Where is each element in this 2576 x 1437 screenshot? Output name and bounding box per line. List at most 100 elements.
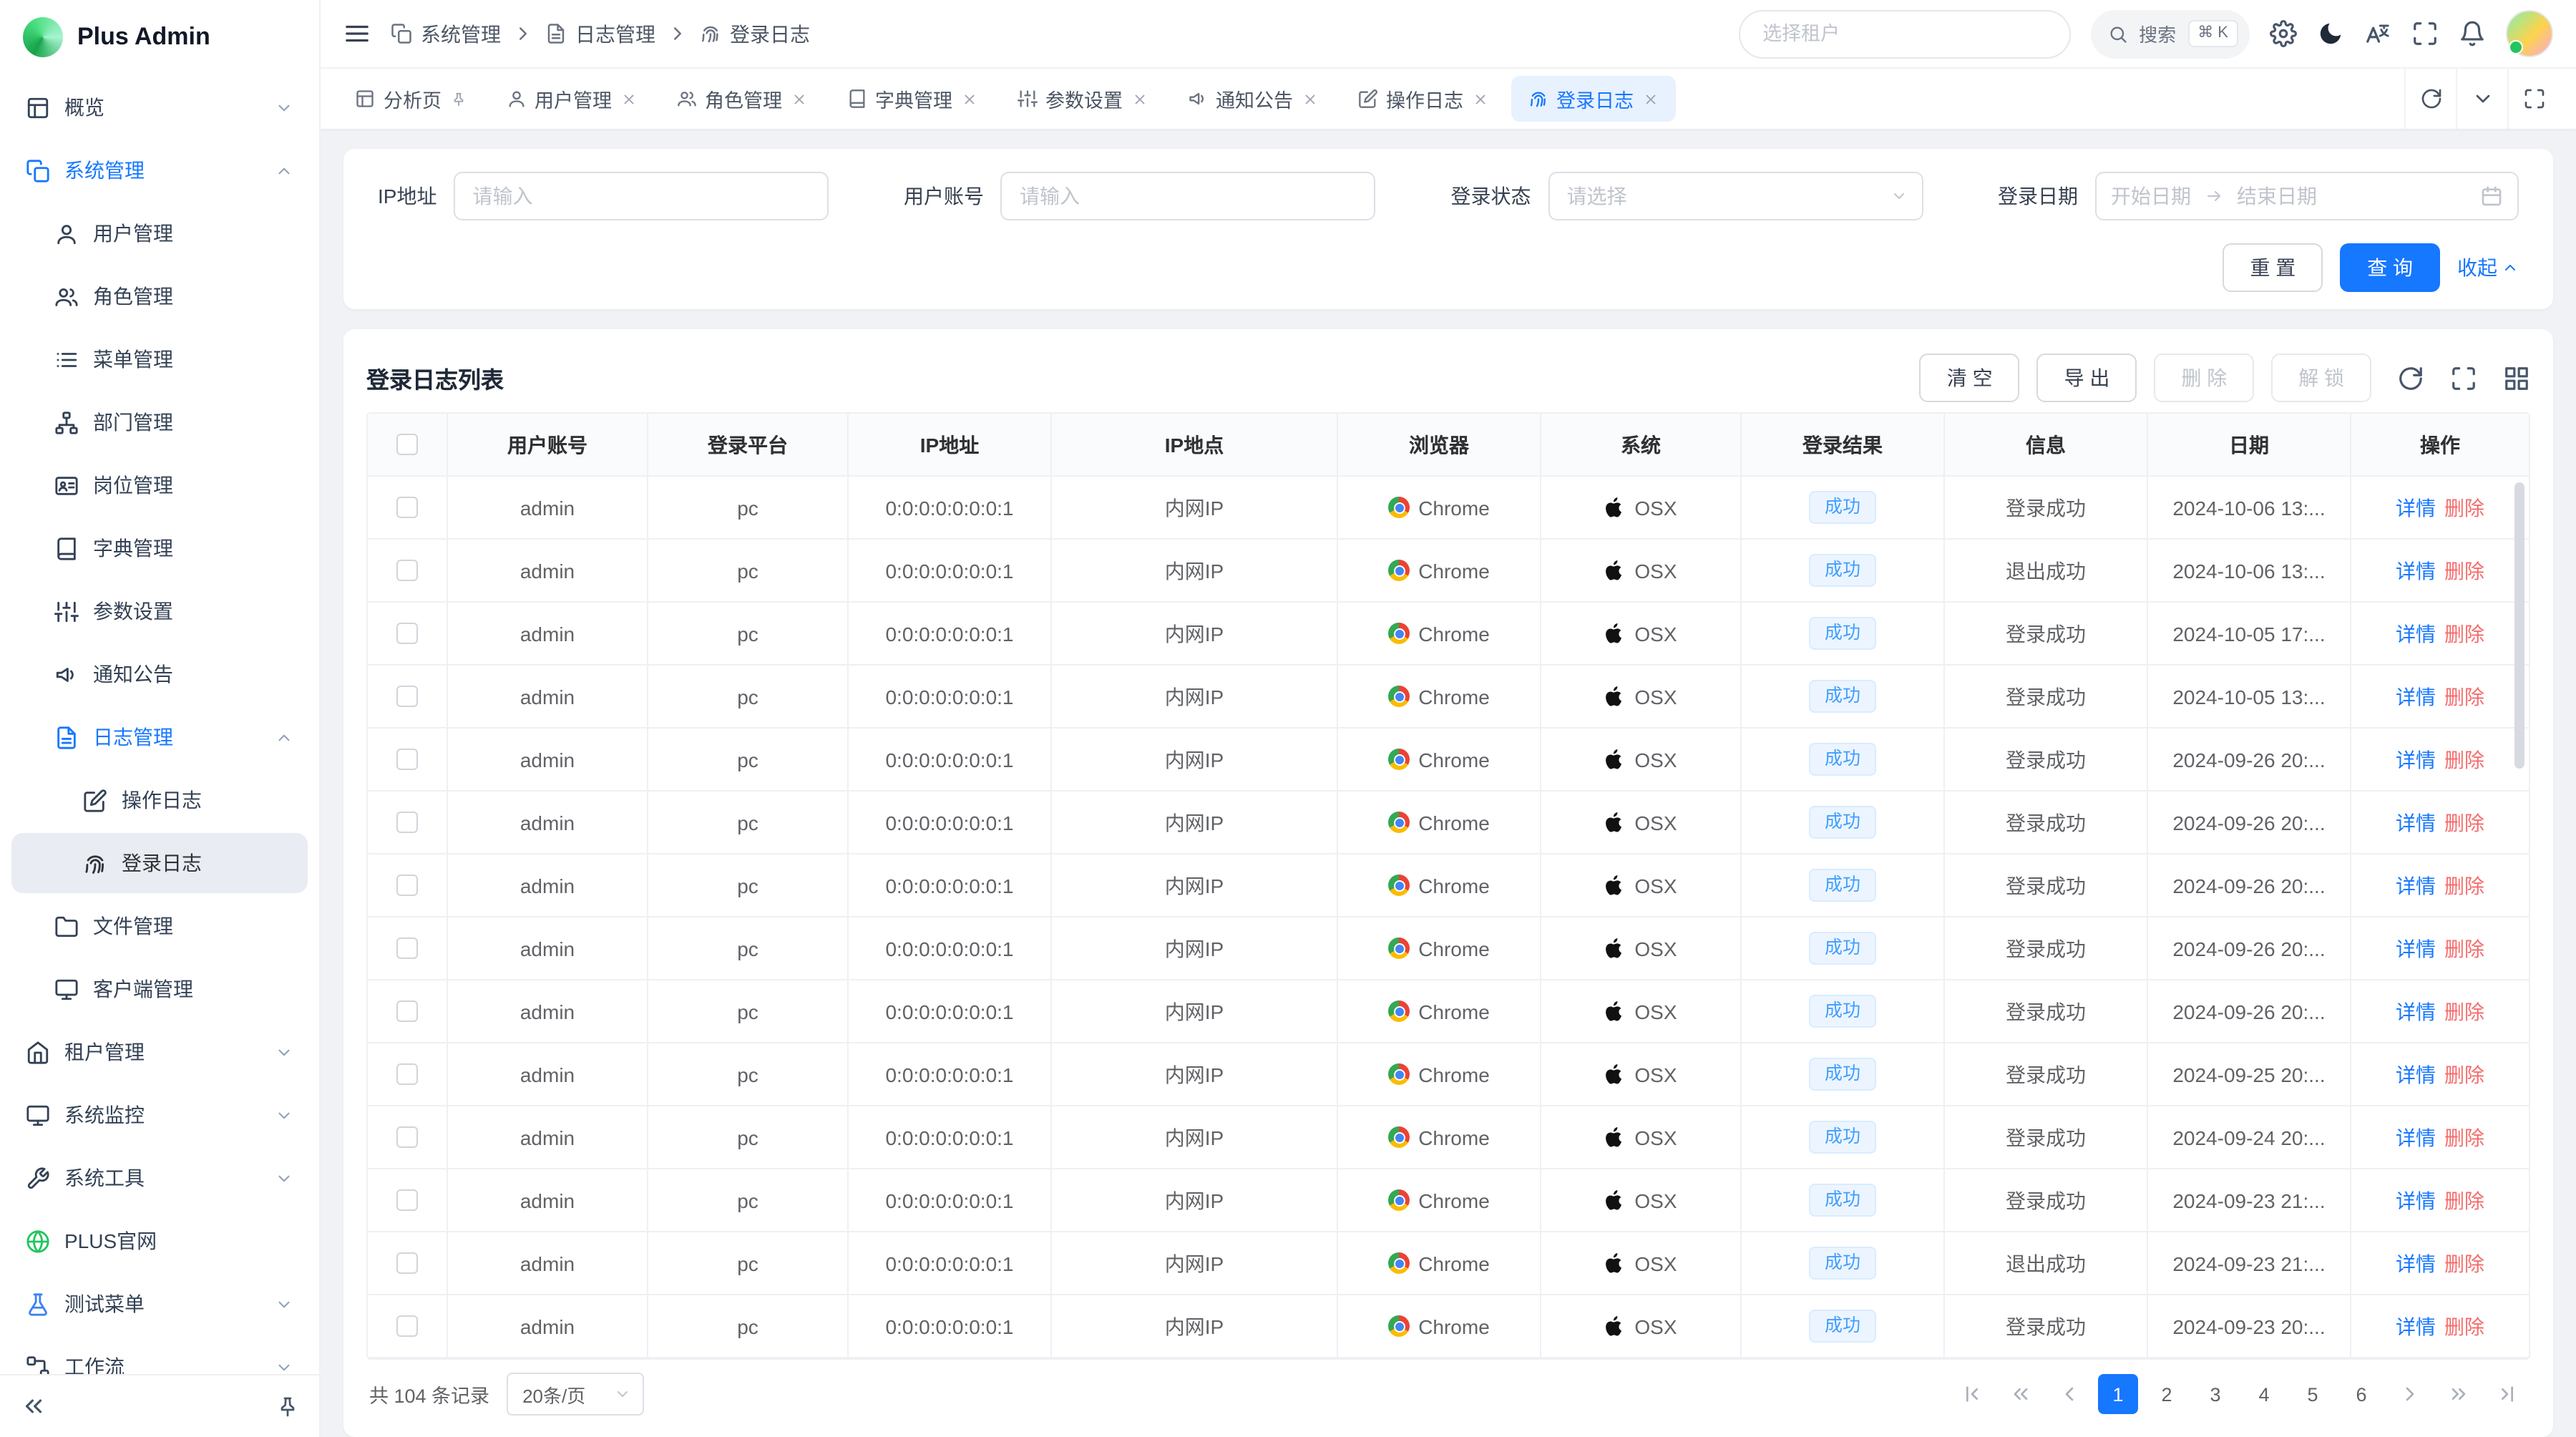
next-page-button[interactable] — [2390, 1374, 2430, 1414]
table-row[interactable]: admin pc 0:0:0:0:0:0:0:1 内网IP Chrome — [368, 1169, 2529, 1232]
delete-link[interactable]: 删除 — [2444, 1312, 2484, 1340]
row-checkbox[interactable] — [396, 1000, 418, 1022]
detail-link[interactable]: 详情 — [2396, 556, 2436, 585]
table-scrollbar[interactable] — [2514, 482, 2524, 769]
app-logo[interactable]: Plus Admin — [0, 0, 319, 74]
sidebar-item[interactable]: 系统管理 — [11, 140, 308, 200]
close-icon[interactable] — [620, 91, 636, 107]
prev-5-pages-button[interactable] — [2001, 1374, 2041, 1414]
table-row[interactable]: admin pc 0:0:0:0:0:0:0:1 内网IP Chrome — [368, 980, 2529, 1043]
tab[interactable]: 登录日志 — [1511, 76, 1675, 122]
detail-link[interactable]: 详情 — [2396, 745, 2436, 774]
breadcrumb-item[interactable]: 登录日志 — [667, 19, 810, 48]
delete-link[interactable]: 删除 — [2444, 619, 2484, 648]
sidebar-item[interactable]: PLUS官网 — [11, 1211, 308, 1271]
row-checkbox[interactable] — [396, 1189, 418, 1211]
table-row[interactable]: admin pc 0:0:0:0:0:0:0:1 内网IP Chrome — [368, 1232, 2529, 1295]
dark-mode-toggle[interactable] — [2317, 20, 2344, 47]
column-header[interactable]: IP地址 — [849, 414, 1052, 477]
delete-link[interactable]: 删除 — [2444, 871, 2484, 900]
pin-sidebar-button[interactable] — [276, 1395, 299, 1418]
delete-link[interactable]: 删除 — [2444, 1060, 2484, 1088]
tab[interactable]: 用户管理 — [489, 76, 653, 122]
tenant-select[interactable] — [1738, 9, 2070, 58]
column-header[interactable]: 浏览器 — [1338, 414, 1541, 477]
page-button[interactable]: 6 — [2341, 1374, 2381, 1414]
row-checkbox[interactable] — [396, 1063, 418, 1085]
table-fullscreen-button[interactable] — [2450, 364, 2477, 391]
global-search[interactable]: 搜索 ⌘ K — [2090, 9, 2250, 58]
detail-link[interactable]: 详情 — [2396, 1186, 2436, 1214]
column-header[interactable]: 系统 — [1541, 414, 1742, 477]
sidebar-item[interactable]: 系统监控 — [11, 1085, 308, 1145]
sidebar-item[interactable]: 测试菜单 — [11, 1274, 308, 1334]
sidebar-item[interactable]: 部门管理 — [11, 392, 308, 452]
table-row[interactable]: admin pc 0:0:0:0:0:0:0:1 内网IP Chrome — [368, 917, 2529, 980]
unlock-button[interactable]: 解 锁 — [2271, 354, 2371, 402]
tab[interactable]: 角色管理 — [659, 76, 824, 122]
ip-input[interactable] — [454, 172, 829, 220]
sidebar-item[interactable]: 系统工具 — [11, 1148, 308, 1208]
detail-link[interactable]: 详情 — [2396, 1123, 2436, 1151]
row-checkbox[interactable] — [396, 686, 418, 707]
sidebar-item[interactable]: 登录日志 — [11, 833, 308, 893]
collapse-filters-link[interactable]: 收起 — [2457, 253, 2519, 282]
column-header[interactable]: IP地点 — [1052, 414, 1338, 477]
column-header[interactable]: 信息 — [1945, 414, 2148, 477]
column-header[interactable]: 登录结果 — [1742, 414, 1945, 477]
delete-link[interactable]: 删除 — [2444, 493, 2484, 522]
close-icon[interactable] — [1131, 91, 1147, 107]
detail-link[interactable]: 详情 — [2396, 1249, 2436, 1277]
reset-button[interactable]: 重 置 — [2223, 243, 2323, 292]
table-row[interactable]: admin pc 0:0:0:0:0:0:0:1 内网IP Chrome — [368, 603, 2529, 666]
delete-link[interactable]: 删除 — [2444, 682, 2484, 711]
detail-link[interactable]: 详情 — [2396, 997, 2436, 1026]
tab[interactable]: 字典管理 — [829, 76, 994, 122]
sidebar-item[interactable]: 工作流 — [11, 1337, 308, 1374]
table-row[interactable]: admin pc 0:0:0:0:0:0:0:1 内网IP Chrome — [368, 477, 2529, 540]
table-row[interactable]: admin pc 0:0:0:0:0:0:0:1 内网IP Chrome — [368, 1106, 2529, 1169]
close-icon[interactable] — [791, 91, 806, 107]
row-checkbox[interactable] — [396, 1315, 418, 1337]
collapse-sidebar-button[interactable] — [20, 1393, 47, 1420]
first-page-button[interactable] — [1952, 1374, 1992, 1414]
sidebar-item[interactable]: 操作日志 — [11, 770, 308, 830]
delete-button[interactable]: 删 除 — [2154, 354, 2254, 402]
refresh-tabs-button[interactable] — [2404, 69, 2456, 129]
sidebar-item[interactable]: 用户管理 — [11, 203, 308, 263]
row-checkbox[interactable] — [396, 749, 418, 770]
settings-button[interactable] — [2270, 20, 2297, 47]
date-range-picker[interactable]: 开始日期 结束日期 — [2095, 172, 2519, 220]
detail-link[interactable]: 详情 — [2396, 808, 2436, 837]
row-checkbox[interactable] — [396, 497, 418, 518]
sidebar-item[interactable]: 岗位管理 — [11, 455, 308, 515]
detail-link[interactable]: 详情 — [2396, 1060, 2436, 1088]
page-size-select[interactable]: 20条/页 — [507, 1373, 644, 1416]
close-icon[interactable] — [1642, 91, 1658, 107]
detail-link[interactable]: 详情 — [2396, 619, 2436, 648]
column-settings-button[interactable] — [2503, 364, 2530, 391]
delete-link[interactable]: 删除 — [2444, 997, 2484, 1026]
delete-link[interactable]: 删除 — [2444, 808, 2484, 837]
delete-link[interactable]: 删除 — [2444, 556, 2484, 585]
pin-icon[interactable] — [450, 91, 466, 107]
sidebar-item[interactable]: 参数设置 — [11, 581, 308, 641]
delete-link[interactable]: 删除 — [2444, 1123, 2484, 1151]
breadcrumb-item[interactable]: 系统管理 — [391, 19, 501, 48]
query-button[interactable]: 查 询 — [2340, 243, 2440, 292]
page-button[interactable]: 1 — [2098, 1374, 2138, 1414]
column-header[interactable]: 日期 — [2148, 414, 2351, 477]
row-checkbox[interactable] — [396, 623, 418, 644]
export-button[interactable]: 导 出 — [2037, 354, 2137, 402]
tabs-menu-button[interactable] — [2456, 69, 2507, 129]
tab[interactable]: 通知公告 — [1170, 76, 1335, 122]
sidebar-item[interactable]: 客户端管理 — [11, 959, 308, 1019]
page-button[interactable]: 2 — [2147, 1374, 2187, 1414]
tab[interactable]: 分析页 — [338, 76, 483, 122]
row-checkbox[interactable] — [396, 875, 418, 896]
delete-link[interactable]: 删除 — [2444, 934, 2484, 963]
close-icon[interactable] — [1472, 91, 1488, 107]
delete-link[interactable]: 删除 — [2444, 1249, 2484, 1277]
row-checkbox[interactable] — [396, 1126, 418, 1148]
row-checkbox[interactable] — [396, 1252, 418, 1274]
